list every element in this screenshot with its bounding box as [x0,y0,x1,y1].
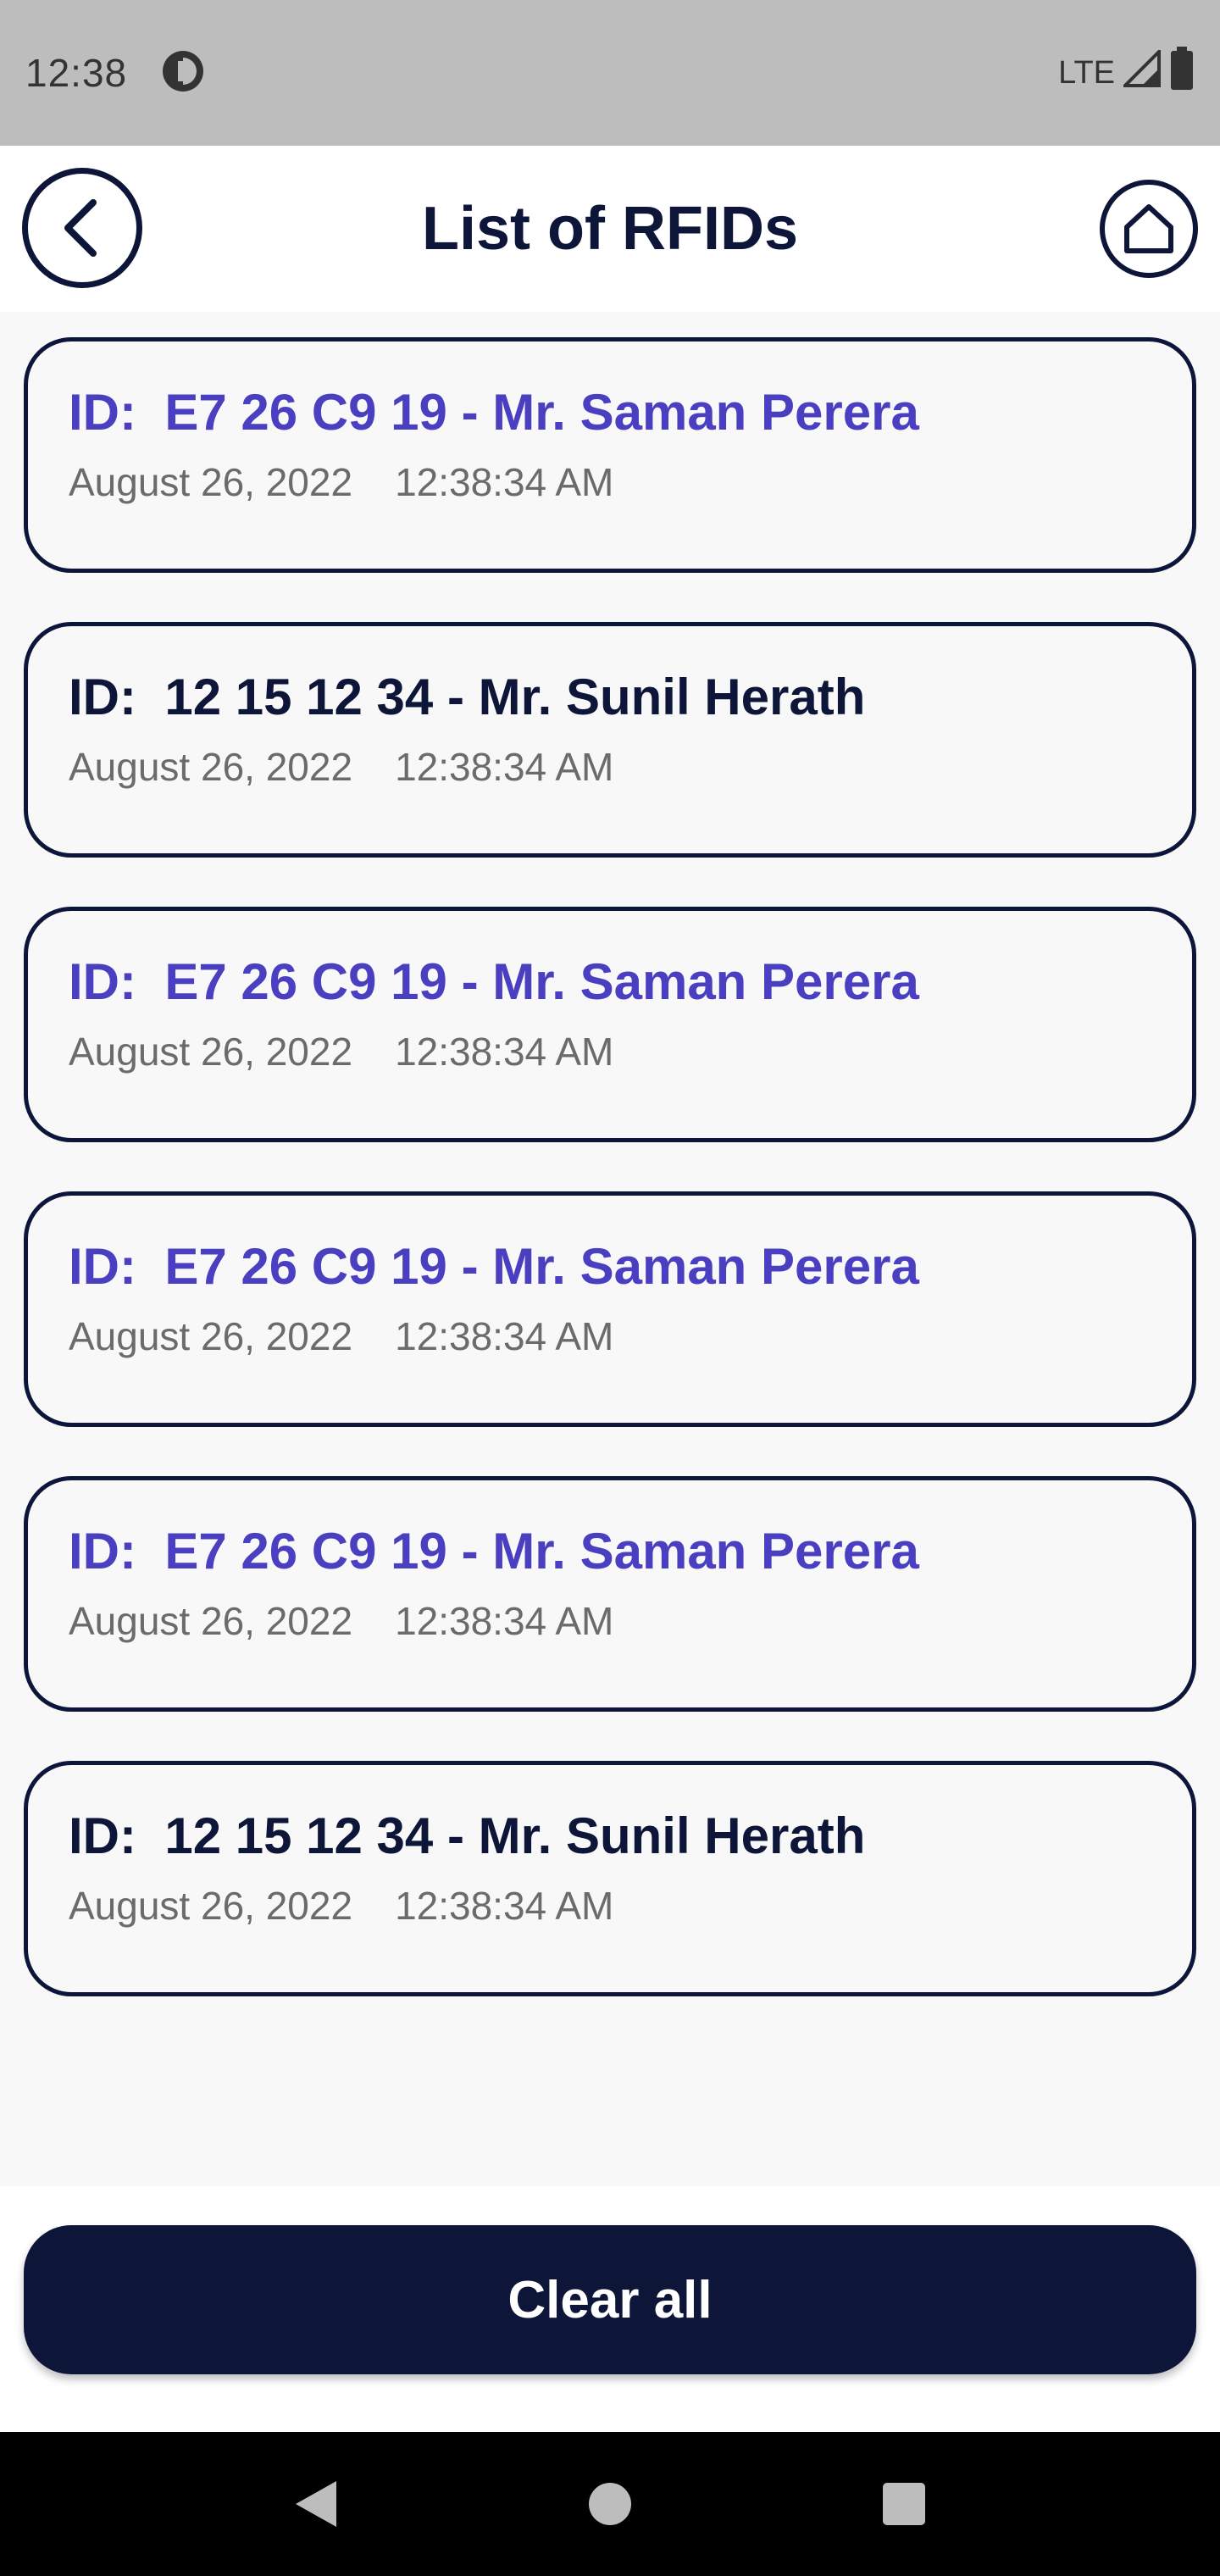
nav-back-button[interactable] [282,2470,350,2538]
rfid-date: August 26, 2022 [69,1884,353,1928]
rfid-timestamp: August 26, 2022 12:38:34 AM [69,1882,1192,1929]
rfid-date: August 26, 2022 [69,1030,353,1074]
home-icon [1124,204,1173,253]
square-recents-icon [882,2483,925,2525]
status-bar: 12:38 LTE [0,0,1220,146]
rfid-time: 12:38:34 AM [395,460,614,504]
network-type: LTE [1058,54,1115,91]
rfid-timestamp: August 26, 2022 12:38:34 AM [69,1597,1192,1645]
rfid-timestamp: August 26, 2022 12:38:34 AM [69,1313,1192,1360]
rfid-id-label: ID: E7 26 C9 19 - Mr. Saman Perera [69,384,919,441]
rfid-list-item[interactable]: ID: E7 26 C9 19 - Mr. Saman Perera Augus… [24,337,1196,573]
rfid-time: 12:38:34 AM [395,1314,614,1358]
rfid-id-label: ID: E7 26 C9 19 - Mr. Saman Perera [69,1238,919,1295]
circle-home-icon [588,2483,631,2525]
rfid-list-item[interactable]: ID: E7 26 C9 19 - Mr. Saman Perera Augus… [24,907,1196,1142]
chevron-left-icon [64,199,97,257]
rfid-date: August 26, 2022 [69,745,353,789]
rfid-timestamp: August 26, 2022 12:38:34 AM [69,458,1192,506]
rfid-id-label: ID: E7 26 C9 19 - Mr. Saman Perera [69,1523,919,1579]
rfid-date: August 26, 2022 [69,1599,353,1643]
rfid-id-label: ID: 12 15 12 34 - Mr. Sunil Herath [69,669,866,725]
status-time: 12:38 [25,51,128,95]
rfid-list-item[interactable]: ID: E7 26 C9 19 - Mr. Saman Perera Augus… [24,1476,1196,1712]
rfid-list-item[interactable]: ID: E7 26 C9 19 - Mr. Saman Perera Augus… [24,1191,1196,1427]
nav-home-button[interactable] [576,2470,644,2538]
rfid-list-item[interactable]: ID: 12 15 12 34 - Mr. Sunil Herath Augus… [24,622,1196,858]
app-header: List of RFIDs [0,146,1220,312]
rfid-time: 12:38:34 AM [395,745,614,789]
clear-all-button[interactable]: Clear all [24,2225,1196,2374]
triangle-back-icon [296,2481,337,2527]
battery-icon [1169,47,1195,99]
rfid-timestamp: August 26, 2022 12:38:34 AM [69,743,1192,791]
rfid-date: August 26, 2022 [69,1314,353,1358]
rfid-id-label: ID: E7 26 C9 19 - Mr. Saman Perera [69,953,919,1010]
home-button[interactable] [1100,180,1198,278]
rfid-time: 12:38:34 AM [395,1030,614,1074]
signal-icon [1121,47,1161,96]
bottom-action-area: Clear all [0,2186,1220,2432]
nav-recents-button[interactable] [870,2470,938,2538]
rfid-id-label: ID: 12 15 12 34 - Mr. Sunil Herath [69,1807,866,1864]
rfid-time: 12:38:34 AM [395,1884,614,1928]
rfid-timestamp: August 26, 2022 12:38:34 AM [69,1028,1192,1075]
rfid-time: 12:38:34 AM [395,1599,614,1643]
system-nav-bar [0,2432,1220,2576]
data-saver-icon [161,49,205,97]
rfid-list-item[interactable]: ID: 12 15 12 34 - Mr. Sunil Herath Augus… [24,1761,1196,1996]
rfid-date: August 26, 2022 [69,460,353,504]
back-button[interactable] [22,168,142,288]
page-title: List of RFIDs [422,195,798,263]
